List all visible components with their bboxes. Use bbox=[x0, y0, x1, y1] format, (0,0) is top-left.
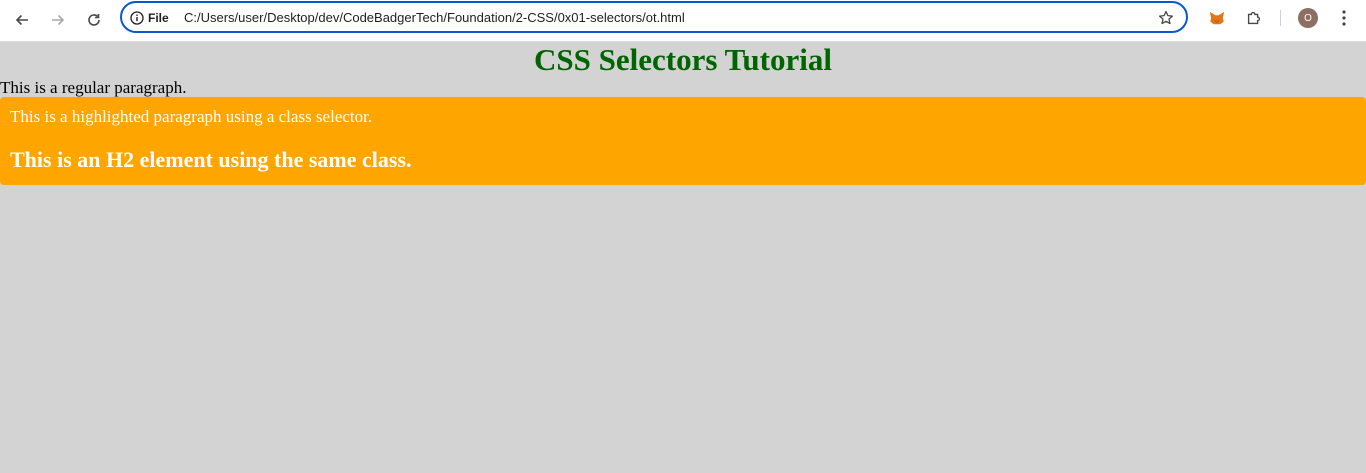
more-vertical-icon bbox=[1342, 10, 1346, 26]
page-title: CSS Selectors Tutorial bbox=[534, 42, 832, 77]
forward-button[interactable] bbox=[44, 6, 72, 34]
browser-menu-button[interactable] bbox=[1334, 8, 1354, 28]
reload-icon bbox=[88, 14, 100, 26]
bookmark-star-button[interactable] bbox=[1156, 8, 1176, 28]
profile-avatar[interactable]: O bbox=[1298, 8, 1318, 28]
site-info-button[interactable]: File bbox=[130, 9, 169, 27]
highlight-box: This is a highlighted paragraph using a … bbox=[0, 97, 1366, 185]
metamask-extension-button[interactable] bbox=[1207, 8, 1227, 28]
info-icon bbox=[130, 11, 144, 25]
puzzle-icon bbox=[1247, 11, 1261, 25]
star-icon bbox=[1158, 10, 1174, 25]
highlighted-h2: This is an H2 element using the same cla… bbox=[10, 147, 412, 172]
browser-toolbar: File C:/Users/user/Desktop/dev/CodeBadge… bbox=[0, 0, 1366, 42]
back-button[interactable] bbox=[8, 6, 36, 34]
address-bar[interactable]: File C:/Users/user/Desktop/dev/CodeBadge… bbox=[120, 1, 1188, 33]
arrow-left-icon bbox=[15, 14, 28, 26]
regular-paragraph: This is a regular paragraph. bbox=[0, 78, 187, 97]
arrow-right-icon bbox=[52, 14, 65, 26]
reload-button[interactable] bbox=[80, 6, 108, 34]
highlighted-paragraph: This is a highlighted paragraph using a … bbox=[10, 107, 373, 126]
site-info-label: File bbox=[148, 11, 169, 25]
page-content: CSS Selectors Tutorial This is a regular… bbox=[0, 42, 1366, 473]
fox-icon bbox=[1209, 11, 1225, 25]
url-text[interactable]: C:/Users/user/Desktop/dev/CodeBadgerTech… bbox=[184, 9, 685, 27]
extensions-button[interactable] bbox=[1244, 8, 1264, 28]
toolbar-divider bbox=[1280, 10, 1281, 26]
